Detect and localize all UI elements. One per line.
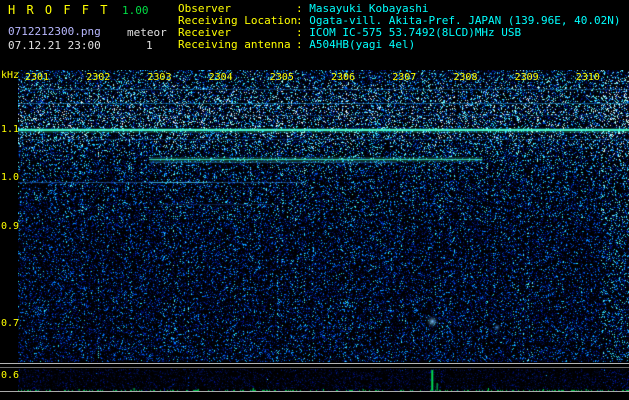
info-colon: : <box>296 38 310 51</box>
hrofft-screen: H R O F F T 1.00 0712212300.png meteor 1… <box>0 0 629 400</box>
time-tick-2301: 2301 <box>25 72 50 83</box>
freq-tick-kHz: kHz <box>1 70 20 81</box>
spectrogram-canvas <box>18 70 629 400</box>
level-gridline <box>0 391 629 392</box>
freq-tick-0.9: 0.9 <box>1 221 20 232</box>
time-tick-2305: 2305 <box>269 72 294 83</box>
freq-tick-0.7: 0.7 <box>1 318 20 329</box>
mode-label: meteor <box>127 26 167 39</box>
time-tick-2308: 2308 <box>453 72 478 83</box>
freq-tick-1.1: 1.1 <box>1 124 20 135</box>
output-filename: 0712212300.png <box>8 25 101 38</box>
time-tick-2309: 2309 <box>514 72 539 83</box>
level-gridline <box>0 367 629 368</box>
info-row: Receiving antenna: A504HB(yagi 4el) <box>178 39 621 51</box>
time-tick-2306: 2306 <box>331 72 356 83</box>
info-label: Receiving antenna <box>178 38 291 51</box>
observation-datetime: 07.12.21 23:00 <box>8 39 101 52</box>
time-tick-2302: 2302 <box>86 72 111 83</box>
time-tick-2304: 2304 <box>208 72 233 83</box>
level-gridline <box>0 363 629 364</box>
freq-tick-1.0: 1.0 <box>1 172 20 183</box>
app-version: 1.00 <box>122 4 149 17</box>
info-value: A504HB(yagi 4el) <box>309 38 416 51</box>
time-tick-2303: 2303 <box>147 72 172 83</box>
receiver-info: Observer: Masayuki Kobayashi Receiving Lo… <box>178 3 621 51</box>
freq-tick-0.6: 0.6 <box>1 370 20 381</box>
meteor-count: 1 <box>146 39 153 52</box>
time-tick-2307: 2307 <box>392 72 417 83</box>
time-tick-2310: 2310 <box>575 72 600 83</box>
app-title: H R O F F T <box>8 3 110 17</box>
